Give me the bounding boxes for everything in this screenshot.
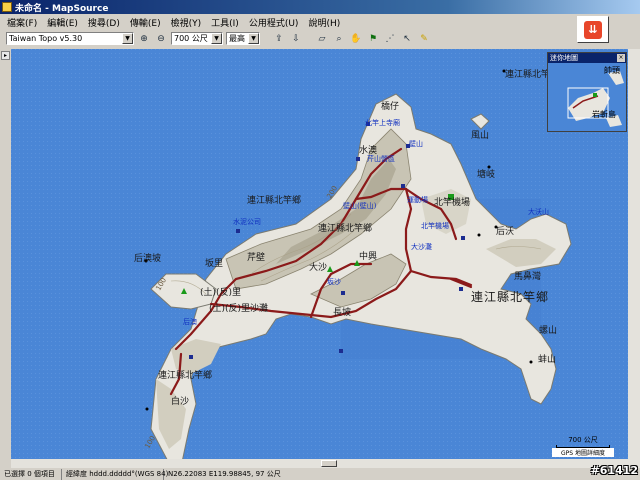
label-fengshan: 風山 (471, 131, 490, 141)
menu-tools[interactable]: 工具(I) (206, 16, 244, 29)
overview-label-shuaitou: 帥頭 (604, 66, 620, 75)
label-tiwan: 北竿機場 (421, 222, 449, 230)
hand-icon[interactable]: ✋ (349, 32, 363, 45)
zoom-scale-select[interactable]: 700 公尺 ▼ (171, 32, 223, 45)
toolbar: Taiwan Topo v5.30 ▼ ⊕ ⊖ 700 公尺 ▼ 最高 ▼ ⇪ … (0, 31, 575, 46)
expand-panel-icon[interactable]: ▸ (1, 51, 10, 60)
label-luoshan: 螺山 (539, 326, 558, 336)
label-bansha: 坂沙 (327, 278, 341, 286)
download-button[interactable]: ⇊ (577, 16, 609, 43)
route-icon[interactable]: ⋰ (383, 32, 397, 45)
label-majiao: 馬鼻灣 (514, 272, 542, 282)
select-icon[interactable]: ▱ (315, 32, 329, 45)
menu-edit[interactable]: 編輯(E) (42, 16, 83, 29)
chevron-down-icon[interactable]: ▼ (122, 33, 133, 44)
menu-help[interactable]: 說明(H) (303, 16, 345, 29)
label-lianjiang-beigan-mid: 連江縣北竿鄉 (247, 196, 302, 206)
watermark: #61412 (590, 464, 639, 477)
label-tu-ban-li-beach: (土)(反)里沙灘 (209, 304, 269, 314)
horizontal-scrollbar[interactable] (11, 459, 628, 468)
zoom-in-icon[interactable]: ⊕ (137, 32, 151, 45)
label-zhongyu: 中興 (359, 252, 378, 262)
vertical-scrollbar[interactable] (628, 49, 640, 468)
label-tu-ban-li: (土)(反)里 (200, 288, 242, 298)
label-houhu-beach: 后澳坡 (134, 254, 162, 264)
detail-level-value: 最高 (229, 34, 245, 43)
overview-label-yanzhan: 岩斬島 (592, 110, 616, 119)
app-icon (2, 2, 12, 12)
label-dawo: 大沃山 (528, 208, 549, 216)
status-bar: 已選擇 0 個項目 經緯度 hddd.ddddd°(WGS 84) N26.22… (0, 468, 640, 480)
receive-from-device-icon[interactable]: ⇩ (289, 32, 303, 45)
label-tower: 芹山營區 (367, 155, 395, 163)
label-tangqi: 塘岐 (477, 170, 496, 180)
label-bishan-area: 壁山 (409, 140, 423, 148)
scale-source: GPS 地圖詳細度 (552, 448, 614, 457)
label-yunchang: 運動場 (407, 196, 428, 204)
menu-transfer[interactable]: 傳輸(E) (125, 16, 166, 29)
chevron-down-icon[interactable]: ▼ (211, 33, 222, 44)
send-to-device-icon[interactable]: ⇪ (272, 32, 286, 45)
window-title: 未命名 - MapSource (15, 3, 109, 14)
menu-view[interactable]: 檢視(Y) (166, 16, 207, 29)
label-banli: 坂里 (205, 259, 224, 269)
label-dashanbeach: 大沙灘 (411, 243, 432, 251)
pointer-icon[interactable]: ↖ (400, 32, 414, 45)
status-coord-format: 經緯度 hddd.ddddd°(WGS 84) (62, 468, 168, 480)
status-selection: 已選擇 0 個項目 (0, 468, 62, 480)
label-bishan-peak: 壁山(壁山) (343, 202, 377, 210)
label-qiaozai: 橋仔 (381, 102, 400, 112)
zoom-out-icon[interactable]: ⊖ (154, 32, 168, 45)
overview-map[interactable]: 帥頭 岩斬島 (548, 63, 626, 131)
label-lianjiang-south: 連江縣北竿鄉 (158, 371, 213, 381)
left-panel-strip: ▸ (0, 49, 11, 468)
overview-map-window[interactable]: 迷你地圖 × 帥頭 岩斬島 (547, 52, 627, 132)
detail-level-select[interactable]: 最高 ▼ (226, 32, 260, 45)
label-changbo: 長坡 (333, 308, 352, 318)
scale-distance: 700 公尺 (568, 436, 598, 444)
zoom-scale-value: 700 公尺 (174, 34, 208, 43)
menu-file[interactable]: 檔案(F) (2, 16, 42, 29)
label-houao: 后澳 (183, 318, 197, 326)
label-beigan-airport: 北竿機場 (434, 198, 471, 208)
label-taishan: 大沙 (309, 263, 328, 273)
overview-header: 迷你地圖 × (548, 53, 626, 63)
status-position: N26.22083 E119.98845, 97 公尺 (168, 469, 281, 478)
map-view[interactable]: 連江縣北竿 橋仔 北竿上寺廟 水澳 壁山 芹山營區 風山 塘岐 連江縣北竿鄉 壁… (11, 49, 628, 468)
mapsource-window: 未命名 - MapSource 檔案(F) 編輯(E) 搜尋(D) 傳輸(E) … (0, 0, 640, 480)
label-shuigong: 水泥公司 (233, 218, 261, 226)
menu-find[interactable]: 搜尋(D) (83, 16, 125, 29)
label-beigan-shangwu: 北竿上寺廟 (365, 119, 400, 127)
map-product-value: Taiwan Topo v5.30 (9, 34, 83, 43)
map-graphic (11, 49, 628, 468)
chevron-down-icon[interactable]: ▼ (248, 33, 259, 44)
label-lianjiang-beigan-center: 連江縣北竿鄉 (318, 224, 373, 234)
scroll-thumb[interactable] (321, 460, 337, 467)
label-houqiao: 后沃 (496, 227, 515, 237)
menu-bar: 檔案(F) 編輯(E) 搜尋(D) 傳輸(E) 檢視(Y) 工具(I) 公用程式… (0, 15, 575, 29)
zoom-tool-icon[interactable]: ⌕ (332, 32, 346, 45)
map-product-select[interactable]: Taiwan Topo v5.30 ▼ (6, 32, 134, 45)
menu-utilities[interactable]: 公用程式(U) (244, 16, 304, 29)
track-pencil-icon[interactable]: ✎ (417, 32, 431, 45)
label-qinbi: 芹壁 (247, 253, 266, 263)
overview-title: 迷你地圖 (550, 54, 578, 62)
close-icon[interactable]: × (617, 54, 625, 62)
label-gaoshan: 蚌山 (538, 355, 557, 365)
scale-bar: 700 公尺 GPS 地圖詳細度 (552, 435, 614, 457)
waypoint-flag-icon[interactable]: ⚑ (366, 32, 380, 45)
label-baisha: 白沙 (171, 397, 190, 407)
title-bar: 未命名 - MapSource (0, 0, 640, 14)
double-arrow-down-icon: ⇊ (584, 20, 602, 39)
label-lianjiang-north-top: 連江縣北竿 (505, 70, 551, 80)
label-lianjiang-big: 連江縣北竿鄉 (471, 290, 550, 304)
